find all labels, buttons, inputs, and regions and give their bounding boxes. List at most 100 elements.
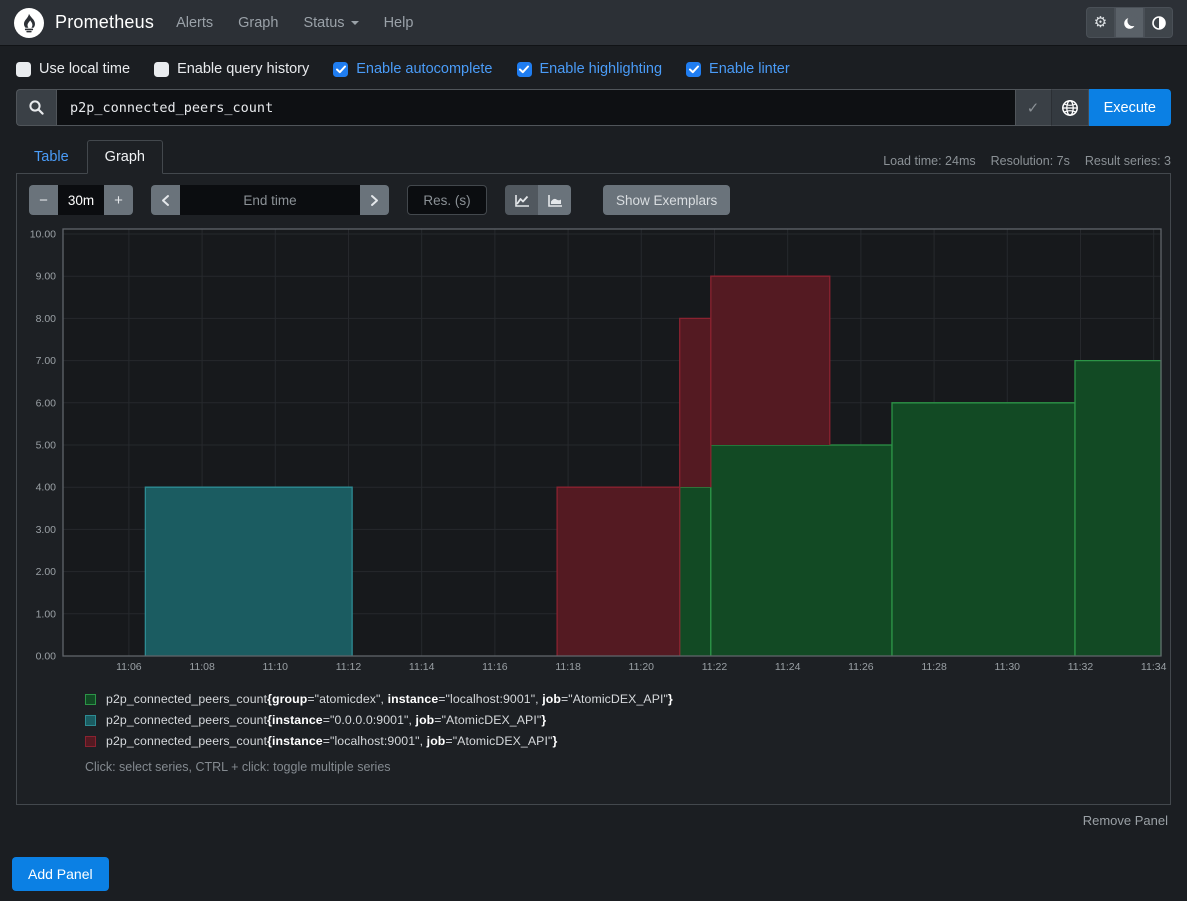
series-swatch-icon <box>85 694 96 705</box>
svg-text:11:18: 11:18 <box>555 661 581 673</box>
series-swatch-icon <box>85 736 96 747</box>
tab-table[interactable]: Table <box>16 140 87 174</box>
chevron-down-icon <box>351 21 359 25</box>
remove-panel-link[interactable]: Remove Panel <box>1083 813 1168 828</box>
checkbox-use-local-time[interactable]: Use local time <box>16 61 130 77</box>
svg-text:11:06: 11:06 <box>116 661 142 673</box>
svg-text:5.00: 5.00 <box>36 440 57 452</box>
svg-text:11:20: 11:20 <box>629 661 655 673</box>
svg-text:3.00: 3.00 <box>36 524 57 536</box>
legend-hint: Click: select series, CTRL + click: togg… <box>85 760 1160 774</box>
svg-text:11:32: 11:32 <box>1068 661 1094 673</box>
metrics-explorer-button[interactable] <box>1052 89 1089 126</box>
prometheus-logo[interactable] <box>14 8 44 38</box>
svg-text:11:08: 11:08 <box>189 661 215 673</box>
svg-text:10.00: 10.00 <box>30 229 56 241</box>
series-area <box>892 403 1075 656</box>
nav-item-alerts[interactable]: Alerts <box>176 15 213 31</box>
svg-text:11:26: 11:26 <box>848 661 874 673</box>
graph-controls: − + <box>29 185 1158 215</box>
checkbox-enable-highlighting[interactable]: Enable highlighting <box>517 61 663 77</box>
nav-item-graph[interactable]: Graph <box>238 15 278 31</box>
checkbox-label: Use local time <box>39 61 130 77</box>
series-name: p2p_connected_peers_count{instance="loca… <box>106 734 557 748</box>
endtime-control <box>151 185 389 215</box>
checkbox-label: Enable autocomplete <box>356 61 492 77</box>
series-area <box>1075 361 1161 656</box>
tab-graph[interactable]: Graph <box>87 140 163 174</box>
series-area <box>711 276 830 445</box>
query-stats: Load time: 24ms Resolution: 7s Result se… <box>868 154 1171 173</box>
series-area <box>680 318 711 487</box>
series-area <box>711 445 892 656</box>
svg-text:11:24: 11:24 <box>775 661 801 673</box>
svg-text:6.00: 6.00 <box>36 397 57 409</box>
add-panel-button[interactable]: Add Panel <box>12 857 109 891</box>
svg-text:11:28: 11:28 <box>921 661 947 673</box>
svg-text:11:10: 11:10 <box>263 661 289 673</box>
checked-checkbox-icon[interactable] <box>686 62 701 77</box>
svg-text:4.00: 4.00 <box>36 482 57 494</box>
decrease-range-button[interactable]: − <box>29 185 58 215</box>
navbar: Prometheus Alerts Graph Status Help ⚙ <box>0 0 1187 45</box>
range-control: − + <box>29 185 133 215</box>
execute-button[interactable]: Execute <box>1089 89 1171 126</box>
result-series: Result series: 3 <box>1085 154 1171 168</box>
nav-links: Alerts Graph Status Help <box>176 15 438 31</box>
svg-text:11:14: 11:14 <box>409 661 435 673</box>
line-chart-icon[interactable] <box>505 185 538 215</box>
nav-item-status[interactable]: Status <box>303 15 358 31</box>
options-row: Use local time Enable query history Enable… <box>0 45 1187 89</box>
theme-toggle-group: ⚙ <box>1086 7 1173 38</box>
torch-icon <box>18 12 40 34</box>
checked-checkbox-icon[interactable] <box>333 62 348 77</box>
tabs-row: TableGraph Load time: 24ms Resolution: 7… <box>16 140 1171 173</box>
series-area <box>145 487 352 656</box>
legend-item[interactable]: p2p_connected_peers_count{instance="loca… <box>85 734 1160 748</box>
search-icon <box>16 89 56 126</box>
graph-panel: − + <box>16 173 1171 805</box>
svg-text:0.00: 0.00 <box>36 651 57 663</box>
unchecked-checkbox-icon[interactable] <box>154 62 169 77</box>
checkbox-enable-linter[interactable]: Enable linter <box>686 61 790 77</box>
unchecked-checkbox-icon[interactable] <box>16 62 31 77</box>
legend-item[interactable]: p2p_connected_peers_count{instance="0.0.… <box>85 713 1160 727</box>
chart-type-toggle <box>505 185 571 215</box>
checkmark-indicator[interactable]: ✓ <box>1015 89 1052 126</box>
checkbox-label: Enable query history <box>177 61 309 77</box>
series-area <box>557 487 680 656</box>
chevron-left-icon[interactable] <box>151 185 180 215</box>
show-exemplars-button[interactable]: Show Exemplars <box>603 185 730 215</box>
stacked-chart-icon[interactable] <box>538 185 571 215</box>
series-name: p2p_connected_peers_count{instance="0.0.… <box>106 713 546 727</box>
svg-text:11:30: 11:30 <box>995 661 1021 673</box>
query-input[interactable] <box>56 89 1015 126</box>
moon-icon[interactable] <box>1115 7 1144 38</box>
sun-icon[interactable]: ⚙ <box>1086 7 1115 38</box>
end-time-input[interactable] <box>180 185 360 215</box>
series-swatch-icon <box>85 715 96 726</box>
svg-text:8.00: 8.00 <box>36 313 57 325</box>
graph-canvas[interactable]: 0.001.002.003.004.005.006.007.008.009.00… <box>27 227 1172 677</box>
series-name: p2p_connected_peers_count{group="atomicd… <box>106 692 673 706</box>
svg-text:9.00: 9.00 <box>36 271 57 283</box>
svg-text:11:22: 11:22 <box>702 661 728 673</box>
globe-icon <box>1061 99 1079 117</box>
checkbox-enable-autocomplete[interactable]: Enable autocomplete <box>333 61 492 77</box>
range-input[interactable] <box>58 185 104 215</box>
nav-item-help[interactable]: Help <box>384 15 414 31</box>
legend-item[interactable]: p2p_connected_peers_count{group="atomicd… <box>85 692 1160 706</box>
chevron-right-icon[interactable] <box>360 185 389 215</box>
load-time: Load time: 24ms <box>883 154 975 168</box>
checkbox-enable-query-history[interactable]: Enable query history <box>154 61 309 77</box>
svg-text:11:12: 11:12 <box>336 661 362 673</box>
adjust-contrast-icon[interactable] <box>1144 7 1173 38</box>
resolution-input[interactable] <box>407 185 487 215</box>
legend: p2p_connected_peers_count{group="atomicd… <box>85 692 1160 748</box>
series-area <box>680 487 711 656</box>
svg-text:11:16: 11:16 <box>482 661 508 673</box>
app-title: Prometheus <box>55 12 154 33</box>
increase-range-button[interactable]: + <box>104 185 133 215</box>
svg-text:11:34: 11:34 <box>1141 661 1167 673</box>
checked-checkbox-icon[interactable] <box>517 62 532 77</box>
